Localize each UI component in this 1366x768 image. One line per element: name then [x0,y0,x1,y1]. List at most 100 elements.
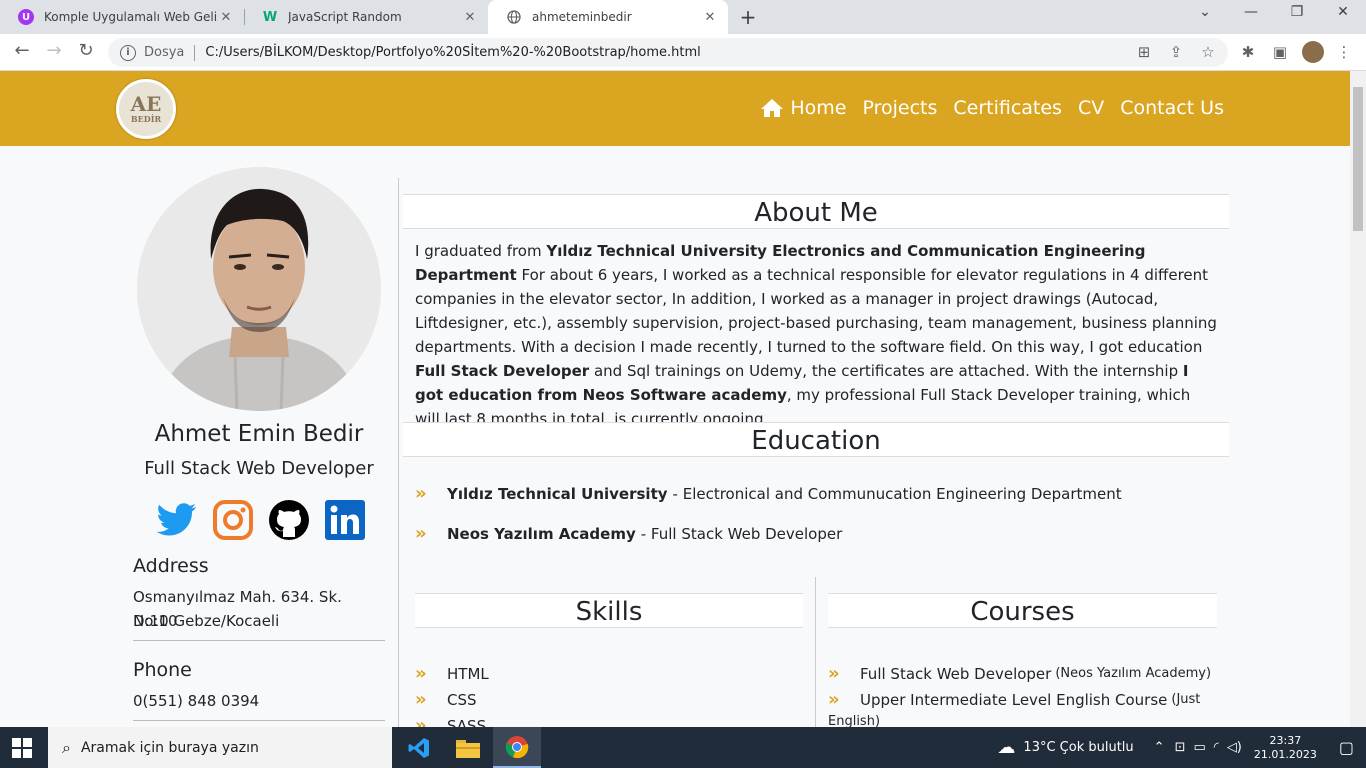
web-page: AE BEDİR Home Projects Certificates CV C… [0,71,1350,727]
twitter-icon[interactable] [156,499,198,541]
page-scrollbar[interactable] [1350,71,1366,727]
forward-icon[interactable]: → [42,40,66,61]
windows-taskbar: ⌕ Aramak için buraya yazın ☁ 13°C Çok bu… [0,727,1366,768]
translate-icon[interactable]: ⊞ [1134,43,1154,61]
back-icon[interactable]: ← [10,40,34,61]
courses-heading: Courses [828,593,1217,628]
linkedin-icon[interactable] [324,499,366,541]
logo-initials: AE [130,92,162,116]
double-chevron-icon: » [828,663,840,684]
course-item: » Upper Intermediate Level English Course… [828,689,1200,710]
course-name: Upper Intermediate Level English Course [860,690,1168,709]
tab-title: JavaScript Random [288,10,402,24]
weather-text[interactable]: 13°C Çok bulutlu [1023,740,1133,755]
chrome-icon[interactable] [493,727,541,768]
school-name: Neos Yazılım Academy [447,524,636,543]
taskbar-search[interactable]: ⌕ Aramak için buraya yazın [48,727,392,768]
double-chevron-icon: » [415,715,427,727]
browser-tab-bar: U Komple Uygulamalı Web Geliştirme ✕ W J… [0,0,1366,34]
about-text-part: I graduated from [415,242,547,260]
about-heading: About Me [403,194,1229,229]
browser-tab-active[interactable]: ahmeteminbedir ✕ [488,0,728,34]
browser-toolbar: ← → ↻ i Dosya C:/Users/BİLKOM/Desktop/Po… [0,34,1366,71]
extensions-icon[interactable]: ✱ [1238,43,1258,61]
battery-icon[interactable]: ▭ [1193,740,1205,755]
logo-subtitle: BEDİR [130,114,162,124]
nav-projects[interactable]: Projects [862,97,937,119]
nav-certificates[interactable]: Certificates [953,97,1062,119]
minimize-icon[interactable]: — [1236,4,1266,20]
github-icon[interactable] [268,499,310,541]
education-heading: Education [403,422,1229,457]
tab-title: ahmeteminbedir [532,10,632,24]
double-chevron-icon: » [415,689,427,710]
skill-item: » CSS [415,689,477,710]
url-text[interactable]: C:/Users/BİLKOM/Desktop/Portfolyo%20Sİte… [205,45,700,60]
skill-item: » HTML [415,663,489,684]
profile-avatar[interactable] [1302,41,1324,63]
wifi-icon[interactable]: ◜ [1214,740,1219,755]
volume-icon[interactable]: ◁) [1227,740,1242,755]
site-navbar: AE BEDİR Home Projects Certificates CV C… [0,71,1350,146]
menu-icon[interactable]: ⋮ [1334,43,1354,61]
close-icon[interactable]: ✕ [702,10,718,25]
phone-number: 0(551) 848 0394 [133,692,260,710]
restore-icon[interactable]: ❐ [1282,4,1312,20]
address-heading: Address [133,555,209,577]
new-tab-button[interactable]: + [736,5,760,29]
column-divider [398,178,399,727]
udemy-icon: U [18,9,34,25]
close-icon[interactable]: ✕ [218,10,234,25]
instagram-icon[interactable] [212,499,254,541]
school-name: Yıldız Technical University [447,484,668,503]
close-icon[interactable]: ✕ [462,10,478,25]
about-text-part: For about 6 years, I worked as a technic… [415,266,1217,356]
social-links [156,499,366,541]
course-note: (Neos Yazılım Academy) [1055,666,1212,681]
about-bold-fullstack: Full Stack Developer [415,362,590,380]
window-close-icon[interactable]: ✕ [1328,4,1358,20]
profile-photo [137,167,381,411]
divider [133,640,385,641]
nav-contact[interactable]: Contact Us [1120,97,1224,119]
about-text-part: and Sql trainings on Udemy, the certific… [589,362,1183,380]
share-icon[interactable]: ⇪ [1166,43,1186,61]
reload-icon[interactable]: ↻ [74,40,98,61]
clock[interactable]: 23:37 21.01.2023 [1254,734,1317,762]
skill-label: HTML [447,664,489,683]
chevron-up-icon[interactable]: ⌃ [1154,740,1165,755]
skill-label: CSS [447,690,477,709]
address-bar[interactable]: i Dosya C:/Users/BİLKOM/Desktop/Portfoly… [108,38,1228,67]
browser-tab[interactable]: U Komple Uygulamalı Web Geliştirme ✕ [0,0,244,34]
browser-tab[interactable]: W JavaScript Random ✕ [244,0,488,34]
site-logo[interactable]: AE BEDİR [116,79,176,139]
file-explorer-icon[interactable] [444,727,492,768]
course-note: (Just [1171,692,1201,707]
nav-home[interactable]: Home [790,97,846,119]
w3schools-icon: W [262,9,278,25]
network-icon[interactable]: ⊡ [1175,740,1186,755]
windows-start-icon[interactable] [12,738,32,758]
course-name: Full Stack Web Developer [860,664,1052,683]
weather-icon[interactable]: ☁ [997,737,1015,758]
tab-search-icon[interactable]: ⌄ [1190,4,1220,20]
home-icon [761,99,784,117]
bookmark-star-icon[interactable]: ☆ [1198,43,1218,61]
nav-links: Home Projects Certificates CV Contact Us [760,97,1224,119]
course-note: English) [828,714,881,727]
skills-heading: Skills [415,593,803,628]
nav-cv[interactable]: CV [1078,97,1104,119]
course-note-continued: English) [828,714,880,727]
notification-icon[interactable]: ▢ [1339,738,1354,757]
side-panel-icon[interactable]: ▣ [1270,43,1290,61]
search-icon: ⌕ [62,737,71,757]
double-chevron-icon: » [828,689,840,710]
double-chevron-icon: » [415,523,427,544]
info-icon[interactable]: i [120,44,136,61]
scrollbar-thumb[interactable] [1353,87,1363,231]
double-chevron-icon: » [415,483,427,504]
vscode-icon[interactable] [395,727,443,768]
tab-title: Komple Uygulamalı Web Geliştirme [44,10,218,24]
school-detail: - Electronical and Communucation Enginee… [672,484,1122,503]
clock-date: 21.01.2023 [1253,747,1317,761]
